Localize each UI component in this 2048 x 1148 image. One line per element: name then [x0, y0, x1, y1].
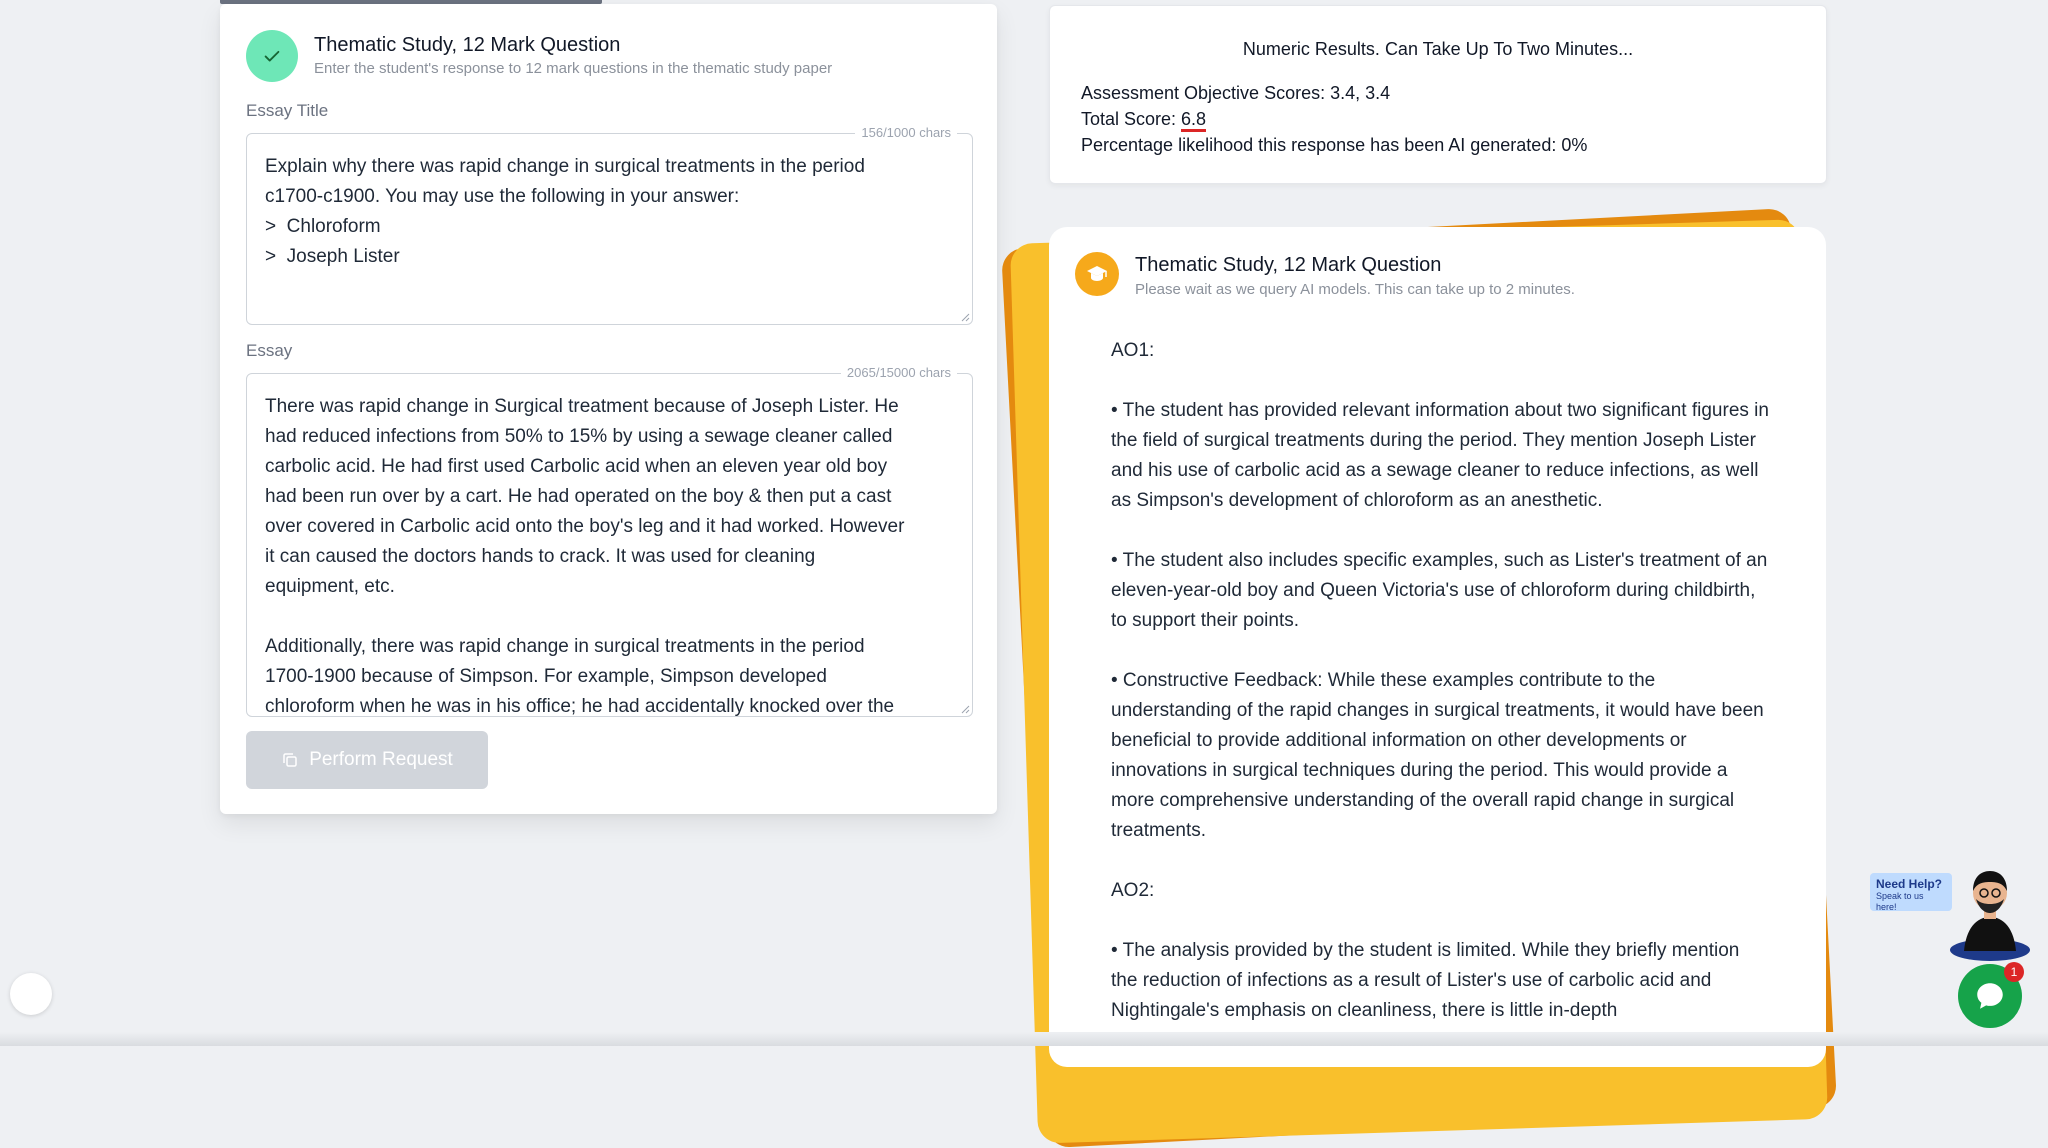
numeric-results-card: Numeric Results. Can Take Up To Two Minu… [1049, 5, 1827, 184]
copy-icon [283, 753, 297, 767]
essay-value[interactable]: There was rapid change in Surgical treat… [265, 392, 954, 716]
essay-title-label: Essay Title [246, 101, 329, 120]
floating-circle-button[interactable] [10, 973, 52, 1015]
resize-handle[interactable] [960, 704, 970, 714]
ao1-point: • The student also includes specific exa… [1111, 550, 1768, 631]
essay-title-char-count: 156/1000 chars [855, 125, 957, 140]
chat-notification-badge: 1 [2004, 962, 2024, 982]
feedback-title: Thematic Study, 12 Mark Question [1135, 254, 1442, 276]
ao2-heading: AO2: [1111, 880, 1155, 901]
essay-title-value[interactable]: Explain why there was rapid change in su… [265, 152, 954, 272]
total-score-value: 6.8 [1181, 109, 1207, 132]
support-avatar [1950, 871, 2030, 961]
help-title: Need Help? [1876, 877, 1943, 891]
feedback-body: AO1: • The student has provided relevant… [1111, 336, 1771, 1056]
feedback-subtitle: Please wait as we query AI models. This … [1135, 281, 1575, 298]
form-subtitle: Enter the student's response to 12 mark … [314, 60, 833, 77]
essay-label: Essay [246, 341, 293, 360]
essay-title-field[interactable]: Explain why there was rapid change in su… [246, 133, 973, 325]
check-icon [246, 30, 298, 82]
total-score-label: Total Score: [1081, 109, 1182, 129]
essay-form-card: Thematic Study, 12 Mark Question Enter t… [220, 4, 997, 814]
ai-likelihood: Percentage likelihood this response has … [1081, 135, 1588, 155]
perform-request-label: Perform Request [309, 749, 453, 770]
graduation-cap-icon [1075, 252, 1119, 296]
ao1-heading: AO1: [1111, 340, 1155, 361]
numeric-results-title: Numeric Results. Can Take Up To Two Minu… [1242, 39, 1634, 59]
ao1-point: • Constructive Feedback: While these exa… [1111, 670, 1764, 841]
chat-icon [1977, 983, 2003, 1009]
ao2-point: • The analysis provided by the student i… [1111, 940, 1740, 1021]
essay-char-count: 2065/15000 chars [840, 365, 957, 380]
essay-field[interactable]: There was rapid change in Surgical treat… [246, 373, 973, 717]
ao-scores: Assessment Objective Scores: 3.4, 3.4 [1081, 83, 1391, 103]
help-subtitle: Speak to us here! [1876, 891, 1924, 912]
resize-handle[interactable] [960, 312, 970, 322]
feedback-card: Thematic Study, 12 Mark Question Please … [1049, 227, 1826, 1067]
bottom-fade [0, 1032, 2048, 1046]
ao1-point: • The student has provided relevant info… [1111, 400, 1769, 511]
perform-request-button[interactable]: Perform Request [246, 731, 488, 789]
form-title: Thematic Study, 12 Mark Question [314, 34, 621, 56]
total-score: Total Score: 6.8 [1081, 109, 1207, 132]
